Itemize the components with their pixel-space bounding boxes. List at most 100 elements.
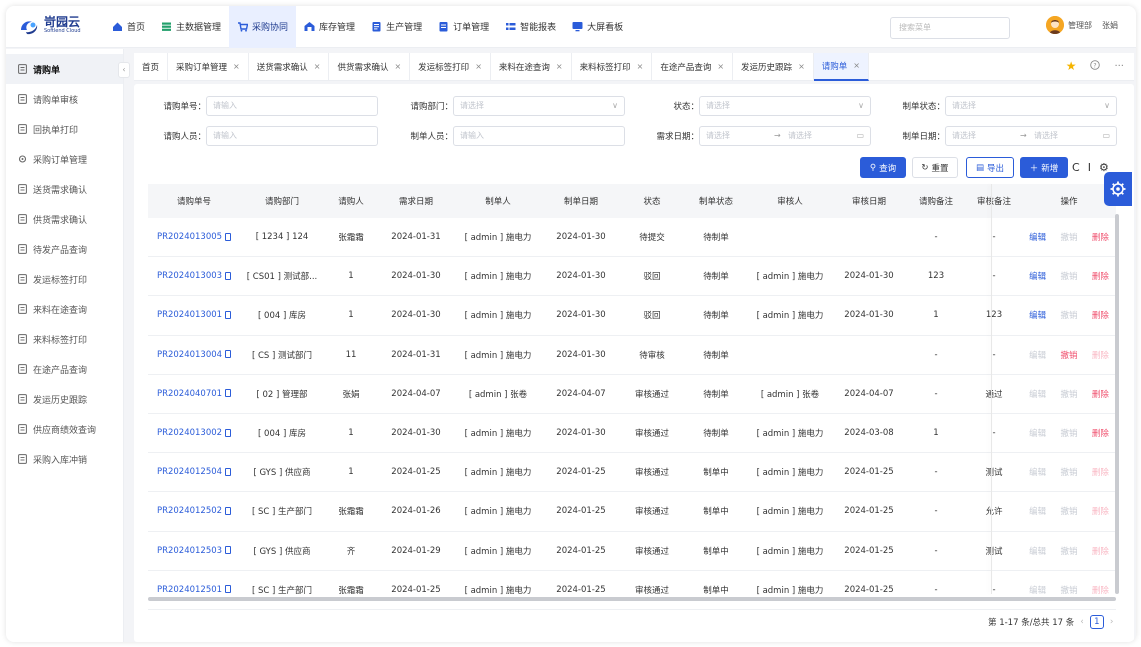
top-menu-item[interactable]: 采购协同	[229, 6, 297, 48]
edit-button[interactable]: 编辑	[1029, 427, 1046, 439]
tab[interactable]: 采购订单管理 ×	[168, 52, 249, 81]
edit-button[interactable]: 编辑	[1029, 584, 1046, 596]
sidebar-item[interactable]: 供货需求确认	[6, 204, 123, 234]
revoke-button[interactable]: 撤销	[1060, 309, 1077, 321]
cell-code[interactable]: PR2024013003	[148, 271, 240, 281]
table-row[interactable]: PR2024012503 [ GYS ] 供应商 齐 2024-01-29 [ admi…	[148, 532, 1116, 571]
close-icon[interactable]: ×	[717, 62, 724, 71]
cell-code[interactable]: PR2024012501	[148, 585, 240, 595]
tab[interactable]: 送货需求确认 ×	[249, 52, 330, 81]
column-header[interactable]: 审核备注	[966, 195, 1022, 207]
sidebar-item[interactable]: 待发产品查询	[6, 234, 123, 264]
cell-code[interactable]: PR2024012502	[148, 506, 240, 516]
vertical-scrollbar[interactable]	[1115, 214, 1119, 594]
page-number-current[interactable]: 1	[1089, 615, 1104, 629]
reset-button[interactable]: ↻ 重置	[912, 157, 958, 178]
revoke-button[interactable]: 撤销	[1060, 270, 1077, 282]
table-row[interactable]: PR2024013004 [ CS ] 测试部门 11 2024-01-31 [ adm…	[148, 336, 1116, 375]
revoke-button[interactable]: 撤销	[1060, 388, 1077, 400]
close-icon[interactable]: ×	[314, 62, 321, 71]
table-row[interactable]: PR2024013001 [ 004 ] 库房 1 2024-01-30 [ admin…	[148, 296, 1116, 336]
column-header[interactable]: 请购人	[324, 195, 378, 207]
top-menu-item[interactable]: 生产管理	[363, 6, 430, 48]
prev-page-icon[interactable]: ‹	[1080, 617, 1084, 627]
column-header[interactable]: 审核人	[748, 195, 832, 207]
copy-icon[interactable]	[225, 271, 232, 280]
sidebar-item[interactable]: 回执单打印	[6, 114, 123, 144]
menu-search-input[interactable]: 搜索菜单	[890, 17, 1010, 39]
copy-icon[interactable]	[225, 506, 232, 515]
top-menu-item[interactable]: 订单管理	[430, 6, 497, 48]
cell-code[interactable]: PR2024013005	[148, 232, 240, 242]
edit-button[interactable]: 编辑	[1029, 349, 1046, 361]
tab[interactable]: 首页	[134, 52, 169, 81]
revoke-button[interactable]: 撤销	[1060, 584, 1077, 596]
close-icon[interactable]: ×	[853, 61, 860, 70]
sidebar-item[interactable]: 采购订单管理	[6, 144, 123, 174]
delete-button[interactable]: 删除	[1092, 309, 1109, 321]
tab[interactable]: 供货需求确认 ×	[329, 52, 411, 81]
tab[interactable]: 发运历史跟踪 ×	[733, 52, 814, 81]
close-icon[interactable]: ×	[233, 62, 240, 71]
table-row[interactable]: PR2024012501 [ SC ] 生产部门 张霜霜 2024-01-25 [ ad…	[148, 571, 1116, 610]
export-button[interactable]: ▤ 导出	[966, 157, 1014, 178]
refresh-table-icon[interactable]: C	[1072, 161, 1080, 174]
close-icon[interactable]: ×	[798, 62, 805, 71]
delete-button[interactable]: 删除	[1092, 466, 1109, 478]
req-dept-select[interactable]: 请选择 ∨	[453, 96, 625, 116]
sidebar-item[interactable]: 来料标签打印	[6, 324, 123, 354]
cell-code[interactable]: PR2024013001	[148, 310, 240, 320]
edit-button[interactable]: 编辑	[1029, 388, 1046, 400]
status-select[interactable]: 请选择 ∨	[699, 96, 871, 116]
table-row[interactable]: PR2024040701 [ 02 ] 管理部 张娟 2024-04-07 [ admi…	[148, 375, 1116, 414]
column-header[interactable]: 请购备注	[906, 195, 966, 207]
column-header[interactable]: 请购单号	[148, 195, 240, 207]
column-header[interactable]: 制单人	[454, 195, 542, 207]
tab[interactable]: 来料在途查询 ×	[491, 52, 572, 81]
top-menu-item[interactable]: 主数据管理	[153, 6, 229, 48]
copy-icon[interactable]	[225, 585, 232, 594]
need-date-range-picker[interactable]: 请选择 → 请选择 ▭	[699, 126, 871, 146]
sidebar-item[interactable]: 请购单	[6, 54, 123, 84]
close-icon[interactable]: ×	[556, 62, 563, 71]
edit-button[interactable]: 编辑	[1029, 309, 1046, 321]
top-menu-item[interactable]: 首页	[104, 6, 153, 48]
req-no-input[interactable]: 请输入	[206, 96, 378, 116]
query-button[interactable]: ⚲ 查询	[860, 157, 906, 178]
copy-icon[interactable]	[225, 232, 232, 241]
sidebar-collapse-button[interactable]: ‹	[118, 62, 130, 78]
horizontal-scrollbar[interactable]	[148, 597, 1116, 601]
logo[interactable]: 岢园云 Softlend Cloud	[18, 16, 90, 36]
close-icon[interactable]: ×	[475, 62, 482, 71]
revoke-button[interactable]: 撤销	[1060, 466, 1077, 478]
edit-button[interactable]: 编辑	[1029, 231, 1046, 243]
next-page-icon[interactable]: ›	[1110, 617, 1114, 627]
maker-input[interactable]: 请输入	[453, 126, 625, 146]
tab[interactable]: 发运标签打印 ×	[410, 52, 491, 81]
help-icon[interactable]: ?	[1090, 59, 1101, 73]
sidebar-item[interactable]: 来料在途查询	[6, 294, 123, 324]
revoke-button[interactable]: 撤销	[1060, 349, 1077, 361]
table-row[interactable]: PR2024013005 [ 1234 ] 124 张霜霜 2024-01-31 [ a…	[148, 218, 1116, 258]
revoke-button[interactable]: 撤销	[1060, 545, 1077, 557]
copy-icon[interactable]	[225, 467, 232, 476]
cell-code[interactable]: PR2024040701	[148, 389, 240, 399]
cell-code[interactable]: PR2024013002	[148, 428, 240, 438]
delete-button[interactable]: 删除	[1092, 545, 1109, 557]
revoke-button[interactable]: 撤销	[1060, 505, 1077, 517]
edit-button[interactable]: 编辑	[1029, 505, 1046, 517]
table-row[interactable]: PR2024013003 [ CS01 ] 测试部... 1 2024-01-30 [ …	[148, 257, 1116, 297]
requester-input[interactable]: 请输入	[206, 126, 378, 146]
cell-code[interactable]: PR2024012504	[148, 467, 240, 477]
delete-button[interactable]: 删除	[1092, 231, 1109, 243]
top-menu-item[interactable]: 智能报表	[497, 6, 564, 48]
column-header[interactable]: 需求日期	[378, 195, 454, 207]
sidebar-item[interactable]: 发运标签打印	[6, 264, 123, 294]
column-header[interactable]: 请购部门	[240, 195, 324, 207]
delete-button[interactable]: 删除	[1092, 388, 1109, 400]
column-header[interactable]: 审核日期	[832, 195, 906, 207]
column-header[interactable]: 操作	[1022, 195, 1116, 207]
sidebar-item[interactable]: 发运历史跟踪	[6, 384, 123, 414]
tab[interactable]: 请购单 ×	[813, 52, 869, 81]
tab[interactable]: 在途产品查询 ×	[652, 52, 734, 81]
